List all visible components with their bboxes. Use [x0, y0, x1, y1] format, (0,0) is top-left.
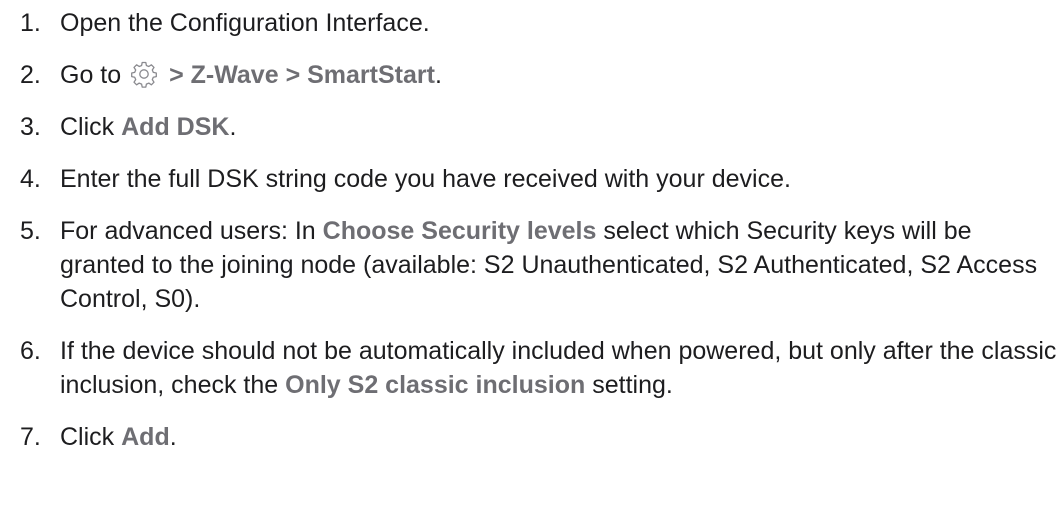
- menu-path-smartstart: SmartStart: [307, 61, 435, 89]
- step-number: 2.: [20, 61, 41, 89]
- step-6: 6. If the device should not be automatic…: [0, 334, 1058, 402]
- step-3: 3. Click Add DSK.: [0, 110, 1058, 144]
- step-text-prefix: Go to: [60, 61, 122, 89]
- step-1: 1. Open the Configuration Interface.: [0, 6, 1058, 40]
- step-number: 1.: [20, 9, 41, 37]
- step-text-suffix: .: [229, 113, 237, 141]
- step-number: 5.: [20, 217, 41, 245]
- add-label: Add: [121, 423, 170, 451]
- classic-inclusion-label: Only S2 classic inclusion: [285, 371, 586, 399]
- step-text-prefix: Click: [60, 423, 115, 451]
- separator: >: [285, 61, 301, 89]
- step-text-prefix: Click: [60, 113, 115, 141]
- step-number: 6.: [20, 337, 41, 365]
- step-text: Open the Configuration Interface.: [60, 9, 430, 37]
- step-7: 7. Click Add.: [0, 420, 1058, 454]
- step-5: 5. For advanced users: In Choose Securit…: [0, 214, 1058, 316]
- step-text: Enter the full DSK string code you have …: [60, 165, 791, 193]
- separator: >: [169, 61, 184, 89]
- step-text-suffix: .: [434, 61, 442, 89]
- add-dsk-label: Add DSK: [121, 113, 230, 141]
- step-4: 4. Enter the full DSK string code you ha…: [0, 162, 1058, 196]
- step-text-prefix: For advanced users: In: [60, 217, 316, 245]
- step-text-suffix: .: [169, 423, 177, 451]
- step-2: 2. Go to > Z-Wave > SmartStart.: [0, 58, 1058, 92]
- gear-icon: [130, 60, 158, 88]
- step-number: 7.: [20, 423, 41, 451]
- security-levels-label: Choose Security levels: [322, 217, 597, 245]
- step-number: 3.: [20, 113, 41, 141]
- instruction-list: 1. Open the Configuration Interface. 2. …: [0, 0, 1058, 454]
- step-text-suffix: setting.: [592, 371, 673, 399]
- step-number: 4.: [20, 165, 41, 193]
- menu-path-zwave: Z-Wave: [190, 61, 279, 89]
